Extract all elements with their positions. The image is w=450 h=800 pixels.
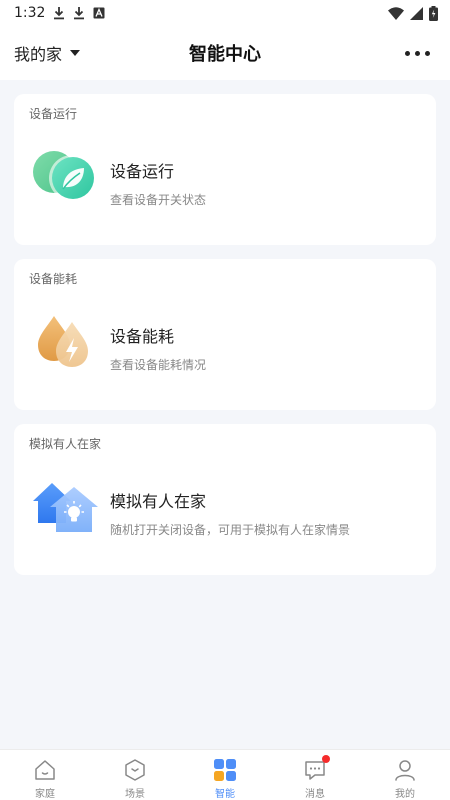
- unread-badge: [322, 755, 330, 763]
- more-dot-icon: [405, 50, 410, 56]
- tab-label: 我的: [395, 789, 415, 800]
- tab-label: 智能: [215, 789, 235, 800]
- card-section-title: 设备运行: [29, 107, 78, 121]
- home-label: 我的家: [14, 45, 63, 64]
- card-text: 模拟有人在家 随机打开关闭设备，可用于模拟有人在家情景: [110, 488, 350, 538]
- tab-label: 场景: [125, 789, 145, 800]
- signal-icon: [410, 6, 423, 20]
- tab-label: 消息: [305, 789, 325, 800]
- status-time: 1:32: [14, 5, 46, 21]
- card-section-title: 模拟有人在家: [29, 437, 102, 451]
- home-icon: [35, 760, 55, 780]
- download-icon: [74, 7, 85, 20]
- tab-profile[interactable]: 我的: [360, 750, 450, 800]
- energy-drop-icon: [38, 316, 88, 367]
- card-text: 设备能耗 查看设备能耗情况: [110, 323, 206, 373]
- card-description: 查看设备能耗情况: [110, 358, 207, 372]
- download-icon: [54, 7, 65, 20]
- card-title: 模拟有人在家: [110, 492, 207, 511]
- notification-a-icon: [93, 7, 105, 19]
- status-bar: 1:32: [0, 0, 450, 26]
- chevron-down-icon: [70, 50, 81, 56]
- more-dot-icon: [415, 50, 420, 56]
- tab-home[interactable]: 家庭: [0, 750, 90, 800]
- card-section-title: 设备能耗: [29, 272, 78, 286]
- tab-scene[interactable]: 场景: [90, 750, 180, 800]
- tab-messages[interactable]: 消息: [270, 750, 360, 800]
- card-description: 查看设备开关状态: [110, 193, 207, 207]
- profile-icon: [395, 760, 415, 781]
- card-title: 设备运行: [110, 162, 175, 181]
- more-button[interactable]: [405, 26, 430, 80]
- wifi-icon: [388, 6, 404, 20]
- content: 设备运行 设备运行 查看设备开关状态 设备能耗 设备能耗 查看设备能耗情况 模拟…: [14, 94, 436, 589]
- scene-icon: [125, 759, 145, 781]
- simulate-home-card[interactable]: 模拟有人在家 模拟有人在家 随机打开关闭设备，可用于模拟有人在家情景: [14, 424, 436, 575]
- home-selector[interactable]: 我的家: [14, 26, 81, 80]
- battery-icon: [429, 5, 438, 21]
- tab-smart[interactable]: 智能: [180, 750, 270, 800]
- tab-label: 家庭: [35, 789, 55, 800]
- bottom-tab-bar: 家庭 场景 智能 消息 我的: [0, 749, 450, 800]
- leaf-icon: [33, 151, 95, 201]
- device-energy-card[interactable]: 设备能耗 设备能耗 查看设备能耗情况: [14, 259, 436, 410]
- status-left: 1:32: [14, 5, 105, 21]
- more-dot-icon: [425, 50, 430, 56]
- house-bulb-icon: [33, 483, 98, 532]
- card-text: 设备运行 查看设备开关状态: [110, 158, 206, 208]
- header: 我的家 智能中心: [0, 26, 450, 80]
- status-right: [388, 5, 438, 21]
- card-description: 随机打开关闭设备，可用于模拟有人在家情景: [110, 523, 351, 537]
- card-title: 设备能耗: [110, 327, 175, 346]
- device-running-card[interactable]: 设备运行 设备运行 查看设备开关状态: [14, 94, 436, 245]
- smart-grid-icon: [214, 759, 236, 781]
- page-title: 智能中心: [189, 44, 261, 65]
